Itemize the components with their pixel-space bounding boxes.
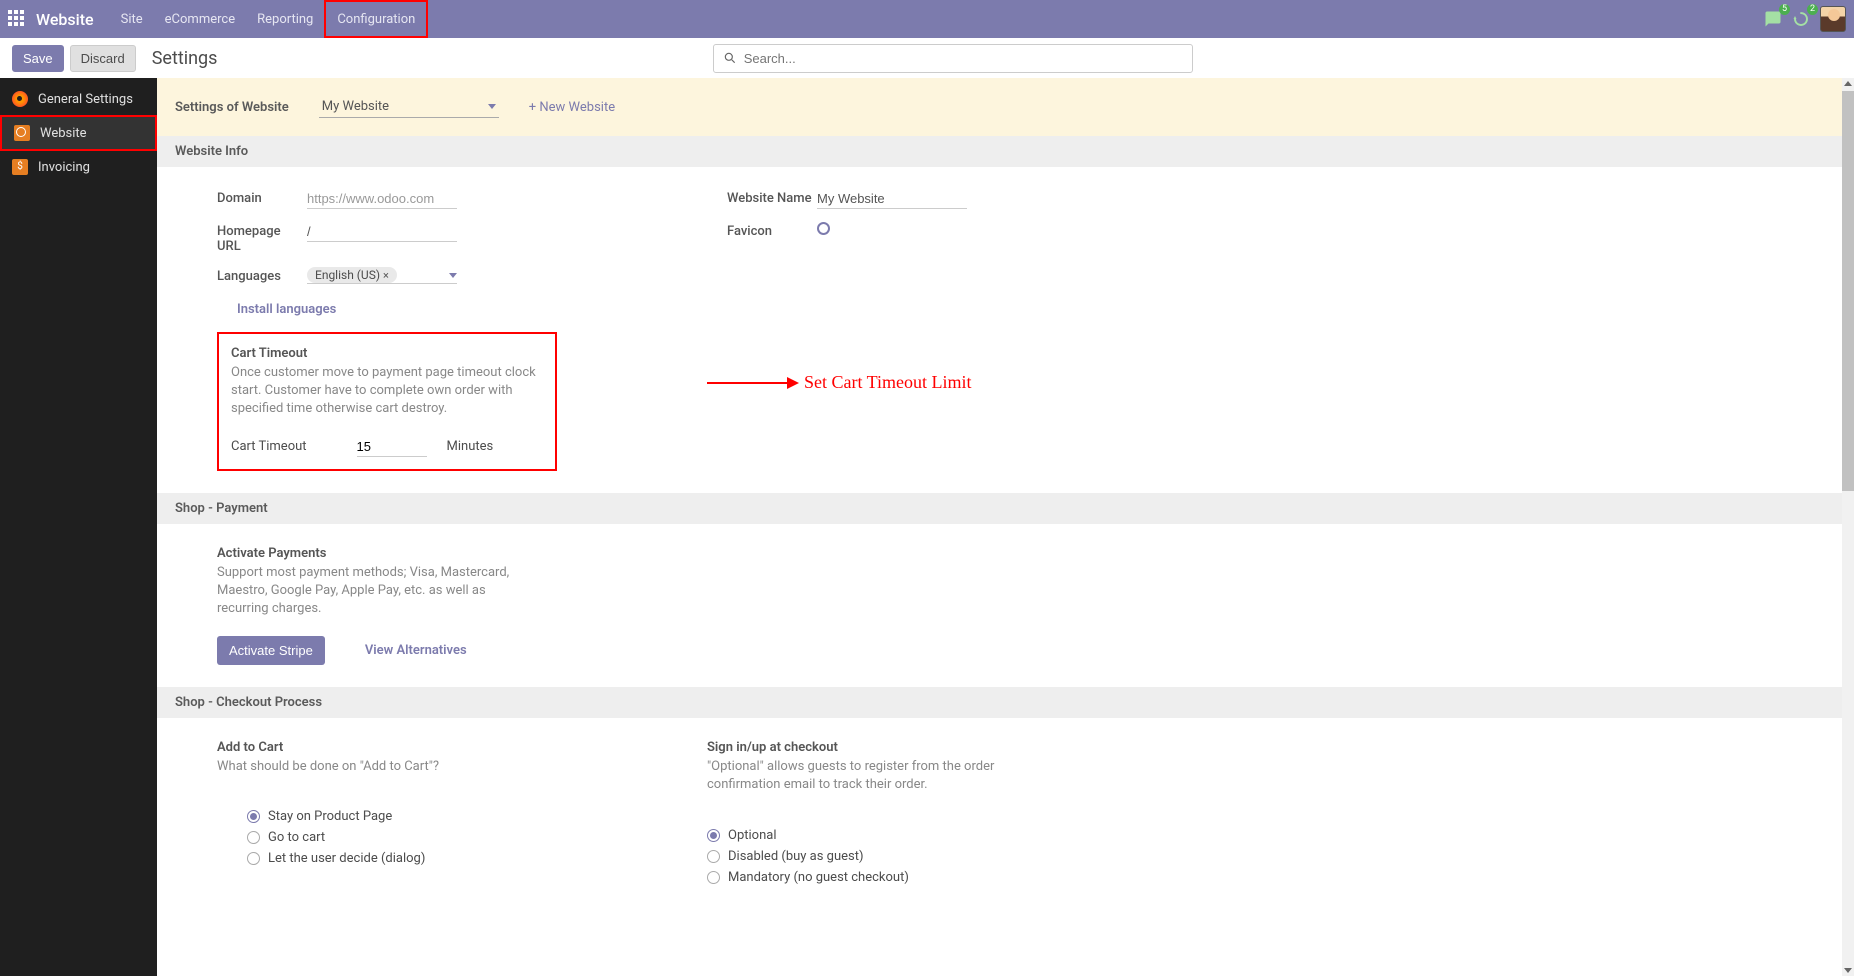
scrollbar-thumb[interactable] [1842, 91, 1854, 491]
chevron-down-icon [488, 104, 496, 109]
top-navbar: Website Site eCommerce Reporting Configu… [0, 0, 1854, 38]
cart-timeout-box: Cart Timeout Once customer move to payme… [217, 332, 557, 471]
sidebar-item-invoicing[interactable]: $ Invoicing [0, 151, 157, 183]
nav-ecommerce[interactable]: eCommerce [154, 0, 246, 38]
install-languages-link[interactable]: Install languages [237, 302, 557, 317]
document-icon: $ [12, 159, 28, 175]
user-avatar[interactable] [1820, 6, 1846, 32]
add-to-cart-desc: What should be done on "Add to Cart"? [217, 758, 537, 776]
sidebar-item-general[interactable]: General Settings [0, 83, 157, 115]
settings-band: Settings of Website My Website + New Web… [157, 78, 1854, 136]
action-bar: Save Discard Settings [0, 38, 1854, 78]
sidebar-item-label: Website [40, 126, 87, 141]
sidebar-item-website[interactable]: Website [0, 115, 157, 151]
website-name-label: Website Name [727, 189, 817, 206]
cart-timeout-desc: Once customer move to payment page timeo… [231, 364, 543, 419]
language-tag: English (US) × [307, 267, 397, 283]
activity-badge: 2 [1807, 4, 1818, 15]
radio-disabled[interactable]: Disabled (buy as guest) [707, 849, 1027, 864]
radio-go-to-cart[interactable]: Go to cart [247, 830, 537, 845]
search-icon [723, 51, 737, 69]
brand-title[interactable]: Website [36, 10, 94, 29]
gear-icon [12, 91, 28, 107]
activate-payments-desc: Support most payment methods; Visa, Mast… [217, 564, 537, 619]
messages-icon[interactable]: 5 [1764, 10, 1782, 28]
website-select[interactable]: My Website [319, 96, 499, 118]
discard-button[interactable]: Discard [70, 45, 136, 72]
add-to-cart-title: Add to Cart [217, 740, 537, 755]
scrollbar[interactable] [1842, 78, 1854, 976]
settings-sidebar: General Settings Website $ Invoicing [0, 78, 157, 976]
nav-reporting[interactable]: Reporting [246, 0, 324, 38]
cart-timeout-label: Cart Timeout [231, 439, 307, 454]
new-website-link[interactable]: + New Website [529, 100, 615, 115]
cart-timeout-input[interactable] [357, 437, 427, 457]
languages-label: Languages [217, 267, 307, 284]
activate-payments-title: Activate Payments [217, 546, 1794, 561]
tag-remove-icon[interactable]: × [383, 269, 389, 282]
sidebar-item-label: Invoicing [38, 160, 90, 175]
messages-badge: 5 [1779, 4, 1790, 15]
settings-content: Settings of Website My Website + New Web… [157, 78, 1854, 976]
minutes-label: Minutes [447, 439, 494, 454]
domain-input[interactable] [307, 189, 457, 209]
band-label: Settings of Website [175, 100, 289, 115]
signin-title: Sign in/up at checkout [707, 740, 1027, 755]
search-input-wrap [713, 44, 1193, 73]
signin-desc: "Optional" allows guests to register fro… [707, 758, 1027, 794]
scroll-down-icon[interactable] [1844, 968, 1852, 973]
search-input[interactable] [744, 51, 1184, 66]
section-header-payment: Shop - Payment [157, 493, 1854, 524]
homepage-input[interactable] [307, 222, 457, 242]
homepage-label: Homepage URL [217, 222, 307, 254]
radio-optional[interactable]: Optional [707, 828, 1027, 843]
scroll-up-icon[interactable] [1844, 81, 1852, 86]
chevron-down-icon [449, 273, 457, 278]
website-name-input[interactable] [817, 189, 967, 209]
nav-configuration[interactable]: Configuration [324, 0, 428, 38]
globe-icon [14, 125, 30, 141]
favicon-preview[interactable] [817, 222, 830, 235]
view-alternatives-link[interactable]: View Alternatives [365, 643, 467, 658]
sidebar-item-label: General Settings [38, 92, 133, 107]
section-header-info: Website Info [157, 136, 1854, 167]
radio-user-decide[interactable]: Let the user decide (dialog) [247, 851, 537, 866]
nav-site[interactable]: Site [110, 0, 154, 38]
apps-icon[interactable] [8, 10, 26, 28]
radio-mandatory[interactable]: Mandatory (no guest checkout) [707, 870, 1027, 885]
activate-stripe-button[interactable]: Activate Stripe [217, 636, 325, 665]
cart-timeout-title: Cart Timeout [231, 346, 543, 361]
page-title: Settings [152, 48, 218, 69]
favicon-label: Favicon [727, 222, 817, 239]
languages-select[interactable]: English (US) × [307, 267, 457, 284]
save-button[interactable]: Save [12, 45, 64, 72]
section-header-checkout: Shop - Checkout Process [157, 687, 1854, 718]
activity-icon[interactable]: 2 [1792, 10, 1810, 28]
radio-stay-on-page[interactable]: Stay on Product Page [247, 809, 537, 824]
domain-label: Domain [217, 189, 307, 206]
